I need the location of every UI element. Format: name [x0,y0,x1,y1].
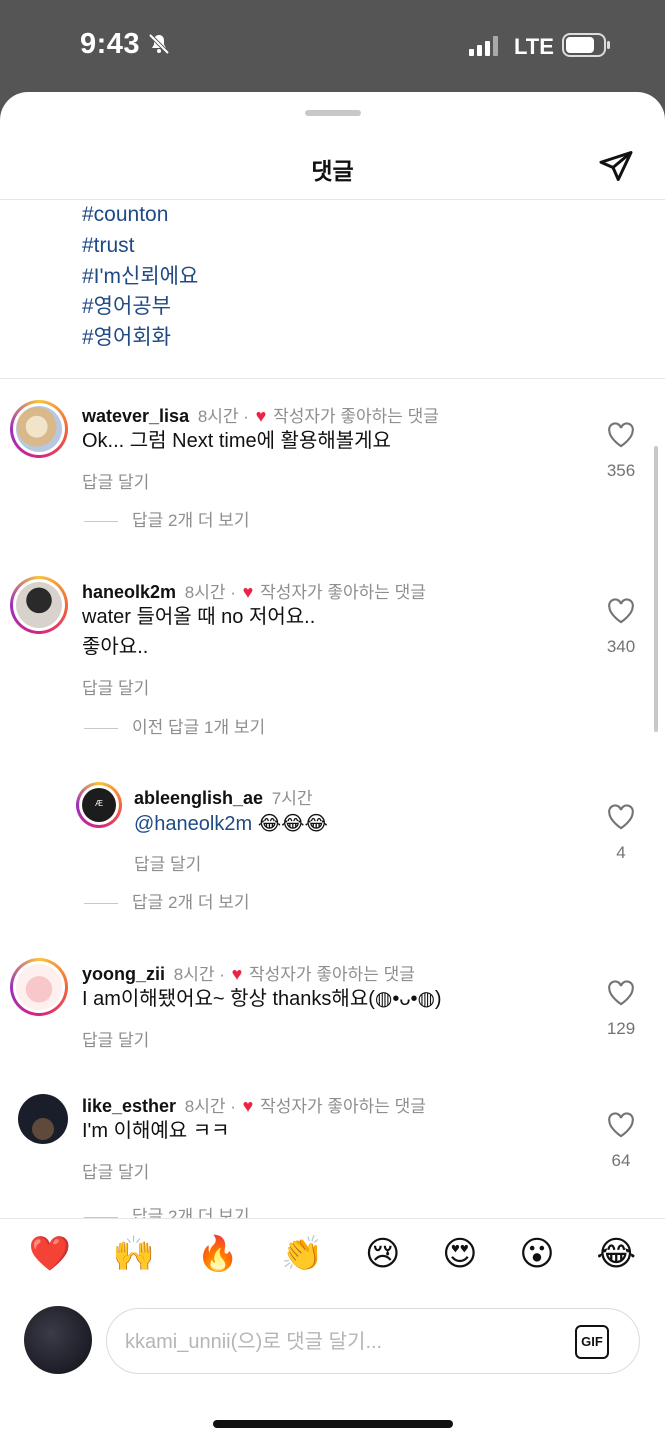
hashtag-link[interactable]: #영어회화 [82,323,198,354]
avatar[interactable] [18,1094,68,1144]
hashtag-link[interactable]: #I'm신뢰에요 [82,262,198,293]
like-button[interactable]: 129 [596,980,646,1039]
send-icon[interactable] [598,148,634,184]
author-liked-label: 작성자가 좋아하는 댓글 [249,965,415,984]
mention-link[interactable]: @haneolk2m [134,813,252,835]
comment-username[interactable]: watever_lisa [82,406,189,426]
like-count: 340 [606,637,636,656]
like-count: 356 [606,461,636,480]
comment-username[interactable]: like_esther [82,1096,176,1116]
battery-icon [562,33,610,57]
reply-button[interactable]: 답글 달기 [82,674,149,699]
author-liked-label: 작성자가 좋아하는 댓글 [260,1097,426,1116]
emoji-clap[interactable]: 👏 [281,1234,323,1274]
like-button[interactable]: 64 [596,1112,646,1171]
hashtag-link[interactable]: #영어공부 [82,292,198,323]
comment-time: 8시간 [184,1097,226,1116]
page-title: 댓글 [311,158,354,184]
comment-time: 8시간 [173,965,215,984]
network-label: LTE [514,34,554,59]
heart-outline-icon [608,422,634,448]
emoji-laughing[interactable]: 😂 [596,1234,636,1274]
comment-username[interactable]: ableenglish_ae [134,788,263,808]
emoji-reaction-bar: ❤️ 🙌 🔥 👏 😢 😍 😮 😂 [0,1218,665,1288]
emoji-fire[interactable]: 🔥 [197,1234,239,1274]
comment-text: I'm 이해예요 ㅋㅋ [82,1120,230,1142]
bell-off-icon [148,33,170,55]
heart-icon: ♥ [242,1096,254,1116]
comments-sheet: 댓글 #counton #trust #I'm신뢰에요 #영어공부 #영어회화 … [0,92,665,1440]
scrollbar[interactable] [654,446,658,732]
comment-text: @haneolk2m 😂😂😂 [134,808,328,839]
comment-composer: GIF [0,1298,665,1378]
hashtag-link[interactable]: #counton [82,200,198,231]
author-liked-label: 작성자가 좋아하는 댓글 [260,583,426,602]
comment-time: 8시간 [184,583,226,602]
heart-outline-icon [608,598,634,624]
comments-list[interactable]: #counton #trust #I'm신뢰에요 #영어공부 #영어회화 wat… [0,200,665,1218]
like-button[interactable]: 340 [596,598,646,657]
divider [0,378,665,379]
like-count: 4 [616,843,626,862]
sheet-header: 댓글 [0,132,665,200]
comment-text: 좋아요.. [82,636,149,658]
comment-input[interactable] [125,1327,545,1357]
caption-hashtags: #counton #trust #I'm신뢰에요 #영어공부 #영어회화 [82,200,198,354]
view-more-replies[interactable]: 답글 2개 더 보기 [84,506,249,531]
view-previous-replies[interactable]: 이전 답글 1개 보기 [84,713,265,738]
heart-outline-icon [608,980,634,1006]
like-button[interactable]: 356 [596,422,646,481]
emoji-heart-eyes[interactable]: 😍 [442,1234,477,1274]
comment-text: Ok... 그럼 Next time에 활용해볼게요 [82,430,391,452]
comment-text: water 들어올 때 no 저어요.. [82,606,316,628]
reply-button[interactable]: 답글 달기 [82,1026,149,1051]
avatar[interactable]: Æ [76,782,122,828]
signal-icon [469,36,498,56]
hashtag-link[interactable]: #trust [82,231,198,262]
comment-username[interactable]: haneolk2m [82,582,176,602]
emoji-surprised[interactable]: 😮 [519,1234,554,1274]
sheet-grabber[interactable] [305,110,361,116]
view-more-replies[interactable]: 답글 2개 더 보기 [84,888,249,913]
comment-emojis: 😂😂😂 [257,811,328,835]
comment-time: 7시간 [271,789,313,808]
comment-input-box[interactable]: GIF [106,1308,640,1374]
view-more-replies[interactable]: 답글 2개 더 보기 [84,1202,249,1218]
reply-button[interactable]: 답글 달기 [134,850,201,875]
like-button[interactable]: 4 [596,804,646,863]
reply-button[interactable]: 답글 달기 [82,1158,149,1183]
home-indicator [213,1420,453,1428]
heart-icon: ♥ [231,964,243,984]
author-liked-label: 작성자가 좋아하는 댓글 [273,407,439,426]
comment-text: I am이해됐어요~ 항상 thanks해요(◍•ᴗ•◍) [82,988,442,1010]
avatar[interactable] [10,576,68,634]
avatar[interactable] [10,400,68,458]
like-count: 129 [606,1019,636,1038]
status-time: 9:43 [80,28,141,60]
gif-button[interactable]: GIF [575,1325,609,1359]
heart-outline-icon [608,804,634,830]
like-count: 64 [611,1151,631,1170]
heart-icon: ♥ [255,406,267,426]
status-bar: 9:43 LTE [0,0,665,92]
emoji-crying[interactable]: 😢 [365,1234,400,1274]
comment-username[interactable]: yoong_zii [82,964,165,984]
heart-icon: ♥ [242,582,254,602]
emoji-raised-hands[interactable]: 🙌 [113,1234,155,1274]
reply-button[interactable]: 답글 달기 [82,468,149,493]
emoji-heart[interactable]: ❤️ [29,1234,71,1274]
my-avatar[interactable] [24,1306,92,1374]
comment-time: 8시간 [197,407,239,426]
heart-outline-icon [608,1112,634,1138]
avatar[interactable] [10,958,68,1016]
